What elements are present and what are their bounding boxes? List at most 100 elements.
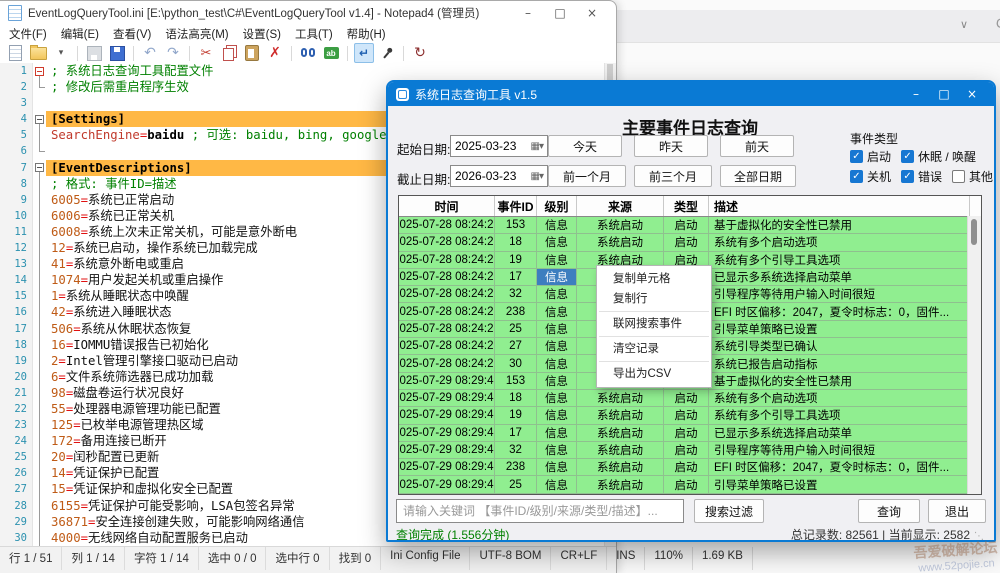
table-cell[interactable]: 启动 xyxy=(664,390,709,407)
table-cell[interactable]: 信息 xyxy=(537,217,577,234)
fold-marker[interactable] xyxy=(33,160,46,176)
quick-date-button[interactable]: 前三个月 xyxy=(634,165,712,187)
table-cell[interactable]: 19 xyxy=(495,252,537,269)
table-cell[interactable]: 2025-07-29 08:29:41 xyxy=(399,373,495,390)
table-cell[interactable]: 信息 xyxy=(537,321,577,338)
table-cell[interactable]: 启动 xyxy=(664,459,709,476)
exit-button[interactable]: 退出 xyxy=(928,499,986,523)
fold-box-icon[interactable] xyxy=(35,67,44,76)
table-row[interactable]: 2025-07-28 08:24:29153信息系统启动启动基于虚拟化的安全性已… xyxy=(399,217,981,234)
table-cell[interactable]: 系统有多个启动选项 xyxy=(709,390,970,407)
table-cell[interactable]: 信息 xyxy=(537,476,577,493)
fold-box-icon[interactable] xyxy=(35,163,44,172)
table-cell[interactable]: 信息 xyxy=(537,390,577,407)
context-menu-item[interactable]: 清空记录 xyxy=(597,339,711,359)
menu-item[interactable]: 语法高亮(M) xyxy=(158,26,235,42)
table-cell[interactable]: 32 xyxy=(495,286,537,303)
table-cell[interactable]: 系统启动 xyxy=(577,442,664,459)
paste-icon[interactable] xyxy=(242,43,262,63)
checkbox-box[interactable] xyxy=(952,170,965,183)
table-cell[interactable]: 已显示多系统选择启动菜单 xyxy=(709,425,970,442)
dialog-titlebar[interactable]: 系统日志查询工具 v1.5 – □ × xyxy=(388,82,994,106)
table-cell[interactable]: 17 xyxy=(495,425,537,442)
status-segment[interactable]: INS xyxy=(607,547,645,570)
fold-marker[interactable] xyxy=(33,111,46,127)
quick-date-button[interactable]: 前一个月 xyxy=(548,165,626,187)
table-row[interactable]: 2025-07-29 08:29:4117信息系统启动启动已显示多系统选择启动菜… xyxy=(399,425,981,442)
calendar-icon[interactable]: ▦▾ xyxy=(531,141,543,152)
table-cell[interactable]: 2025-07-29 08:29:41 xyxy=(399,390,495,407)
table-cell[interactable]: 启动 xyxy=(664,476,709,493)
table-cell[interactable]: 2025-07-28 08:24:29 xyxy=(399,234,495,251)
table-row[interactable]: 2025-07-29 08:29:41238信息系统启动启动EFI 时区偏移：2… xyxy=(399,459,981,476)
table-cell[interactable]: 启动 xyxy=(664,494,709,495)
column-header[interactable]: 描述 xyxy=(709,196,970,216)
table-row[interactable]: 2025-07-29 08:29:4118信息系统启动启动系统有多个启动选项 xyxy=(399,390,981,407)
column-header[interactable]: 事件ID xyxy=(495,196,537,216)
table-cell[interactable]: 基于虚拟化的安全性已禁用 xyxy=(709,217,970,234)
table-cell[interactable]: 系统已报告启动指标 xyxy=(709,355,970,372)
table-cell[interactable]: 信息 xyxy=(537,286,577,303)
table-cell[interactable]: 启动 xyxy=(664,442,709,459)
minimize-icon[interactable]: – xyxy=(512,1,544,25)
table-cell[interactable]: 2025-07-28 08:24:29 xyxy=(399,252,495,269)
checkbox-启动[interactable]: ✓启动 xyxy=(850,148,891,165)
menu-item[interactable]: 工具(T) xyxy=(288,26,340,42)
word-wrap-icon[interactable]: ↵ xyxy=(354,43,374,63)
menu-item[interactable]: 编辑(E) xyxy=(54,26,106,42)
table-row[interactable]: 2025-07-29 08:29:4119信息系统启动启动系统有多个引导工具选项 xyxy=(399,407,981,424)
context-menu-item[interactable]: 复制行 xyxy=(597,289,711,309)
status-segment[interactable]: 110% xyxy=(645,547,693,570)
status-segment[interactable]: UTF-8 BOM xyxy=(470,547,551,570)
table-cell[interactable]: 2025-07-28 08:24:29 xyxy=(399,269,495,286)
checkbox-box[interactable]: ✓ xyxy=(850,170,863,183)
table-row[interactable]: 2025-07-29 08:29:4132信息系统启动启动引导程序等待用户输入时… xyxy=(399,442,981,459)
table-cell[interactable]: 25 xyxy=(495,321,537,338)
dialog-maximize-icon[interactable]: □ xyxy=(930,82,958,106)
checkbox-box[interactable]: ✓ xyxy=(850,150,863,163)
table-cell[interactable]: 信息 xyxy=(537,373,577,390)
table-cell[interactable]: 启动 xyxy=(664,217,709,234)
context-menu-item[interactable]: 导出为CSV xyxy=(597,364,711,384)
column-header[interactable]: 级别 xyxy=(537,196,577,216)
start-date-picker[interactable]: 2025-03-23 ▦▾ xyxy=(450,135,548,157)
fold-box-icon[interactable] xyxy=(35,115,44,124)
quick-date-button[interactable]: 全部日期 xyxy=(720,165,796,187)
quick-date-button[interactable]: 昨天 xyxy=(634,135,708,157)
open-dropdown-icon[interactable]: ▾ xyxy=(51,43,71,63)
cut-icon[interactable]: ✂ xyxy=(196,43,216,63)
table-cell[interactable]: 18 xyxy=(495,234,537,251)
find-icon[interactable] xyxy=(298,43,318,63)
maximize-icon[interactable]: □ xyxy=(544,1,576,25)
table-cell[interactable]: 系统启动 xyxy=(577,217,664,234)
table-row[interactable]: 2025-07-29 08:29:4125信息系统启动启动引导菜单策略已设置 xyxy=(399,476,981,493)
table-cell[interactable]: 信息 xyxy=(537,338,577,355)
editor-line[interactable]: 1; 系统日志查询工具配置文件 xyxy=(0,63,605,79)
table-cell[interactable]: 信息 xyxy=(537,442,577,459)
table-cell[interactable]: 系统有多个启动选项 xyxy=(709,234,970,251)
table-cell[interactable]: 153 xyxy=(495,373,537,390)
quick-date-button[interactable]: 前天 xyxy=(720,135,794,157)
table-cell[interactable]: 2025-07-29 08:29:41 xyxy=(399,407,495,424)
table-cell[interactable]: 系统引导类型已确认 xyxy=(709,338,970,355)
filter-button[interactable]: 搜索过滤 xyxy=(694,499,764,523)
new-file-icon[interactable] xyxy=(5,43,25,63)
table-scrollbar-thumb[interactable] xyxy=(971,219,977,245)
save-as-icon[interactable] xyxy=(107,43,127,63)
table-cell[interactable]: EFI 时区偏移：2047，夏令时标志：0，固件... xyxy=(709,303,970,320)
fold-marker[interactable] xyxy=(33,63,46,79)
table-cell[interactable]: 系统有多个引导工具选项 xyxy=(709,252,970,269)
table-row[interactable]: 2025-07-28 08:24:2918信息系统启动启动系统有多个启动选项 xyxy=(399,234,981,251)
table-cell[interactable]: 信息 xyxy=(537,459,577,476)
close-icon[interactable]: × xyxy=(576,1,608,25)
table-cell[interactable]: 启动 xyxy=(664,234,709,251)
table-cell[interactable]: 2025-07-28 08:24:29 xyxy=(399,338,495,355)
table-cell[interactable]: 2025-07-29 08:29:41 xyxy=(399,494,495,495)
table-cell[interactable]: 27 xyxy=(495,338,537,355)
table-cell[interactable]: 153 xyxy=(495,217,537,234)
table-cell[interactable]: 30 xyxy=(495,355,537,372)
copy-icon[interactable] xyxy=(219,43,239,63)
table-cell[interactable]: 系统启动 xyxy=(577,234,664,251)
column-header[interactable]: 时间 xyxy=(399,196,495,216)
table-cell[interactable]: 信息 xyxy=(537,355,577,372)
